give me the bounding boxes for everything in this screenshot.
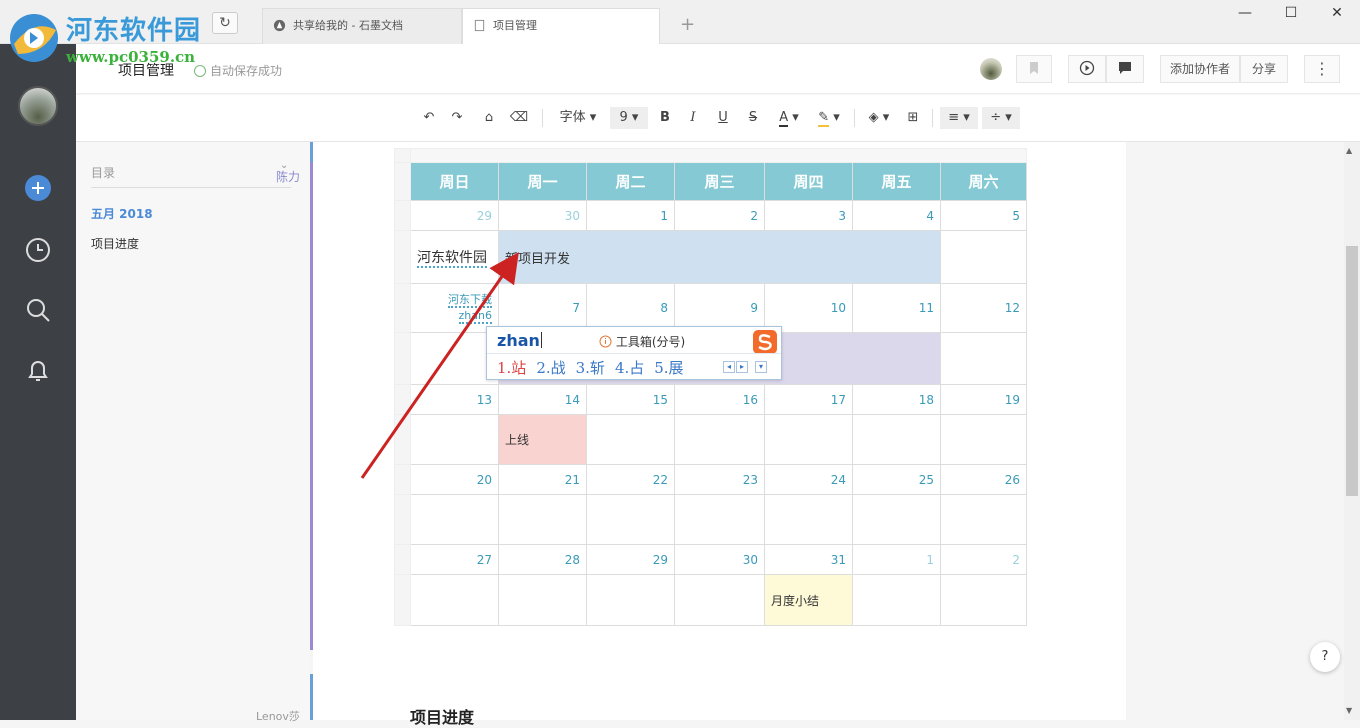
annotation-arrow-icon — [360, 252, 519, 479]
